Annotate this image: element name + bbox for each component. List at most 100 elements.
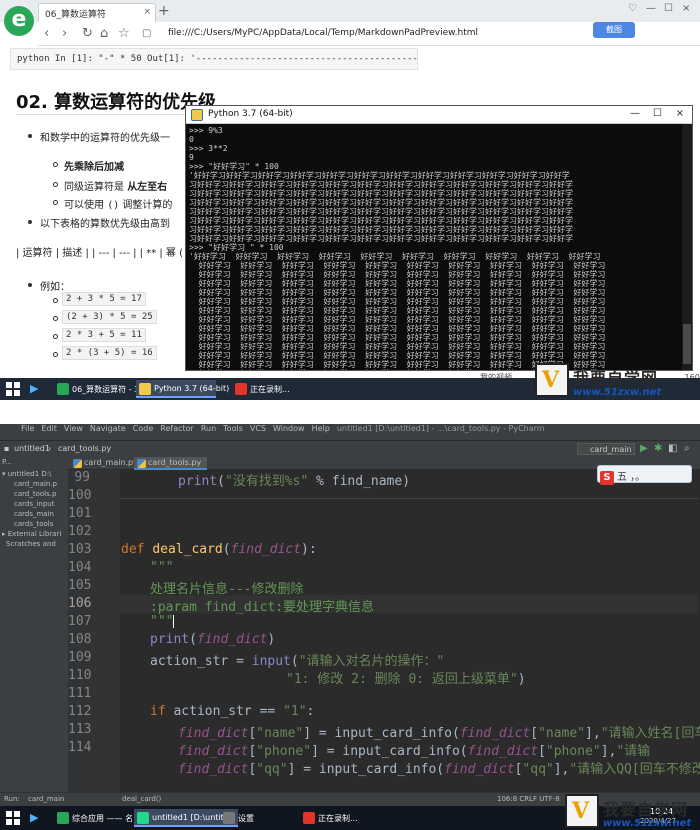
tab-card-tools[interactable]: card_tools.py [134,457,208,470]
tree-file[interactable]: cards_input [14,500,55,508]
console-output[interactable]: >>> 9%3 0 >>> 3**2 9 >>> "好好学习" * 100 '好好学习好好… [189,126,681,370]
menu-item-code[interactable]: Code [133,424,153,433]
bottom-breadcrumb[interactable]: deal_card() [122,795,161,803]
menu-item-navigate[interactable]: Navigate [90,424,126,433]
run-config-select[interactable]: card_main [577,443,635,455]
bullet-text: 和数学中的运算符的优先级一 [40,133,170,144]
ime-toolbar[interactable]: S五 ，。 [597,465,692,485]
tree-file[interactable]: cards_main [14,510,54,518]
windows-start-icon[interactable] [6,382,20,396]
breadcrumb-separator: › [48,444,52,453]
project-panel-label[interactable]: P... [2,458,12,466]
breadcrumb-project[interactable]: untitled1 [14,444,50,453]
console-line: 好好学习 好好学习 好好学习 好好学习 好好学习 好好学习 好好学习 好好学习 … [189,306,606,315]
code-line[interactable]: :param find_dict:要处理字典信息 [150,596,374,615]
forward-icon[interactable]: › [62,26,67,41]
minimize-icon[interactable]: — [646,3,656,14]
code-line[interactable]: action_str = input("请输入对名片的操作：" [150,650,444,669]
media-icon[interactable]: ▶ [30,811,38,824]
console-line: >>> 3**2 [189,144,228,153]
line-number: 108 [68,632,92,647]
media-icon[interactable]: ▶ [30,382,38,395]
console-scrollbar[interactable] [682,124,692,370]
menu-item-view[interactable]: View [64,424,83,433]
home-icon[interactable]: ⌂ [100,26,108,41]
code-line[interactable]: "1: 修改 2: 删除 0: 返回上级菜单") [286,668,526,687]
heart-icon[interactable]: ♡ [628,3,637,14]
code-line[interactable]: find_dict["qq"] = input_card_info(find_d… [178,758,700,777]
menu-item-file[interactable]: File [21,424,34,433]
watermark-badge: V [535,363,569,397]
sub-bullet-part: 可以使用 [64,200,108,211]
taskbar-item-browser[interactable]: 综合应用 —— 名... [54,809,145,827]
code-line[interactable]: print(find_dict) [150,632,275,647]
search-icon[interactable]: ⌕ [684,443,696,455]
menu-item-edit[interactable]: Edit [41,424,57,433]
bullet-circle [53,200,58,205]
coverage-icon[interactable]: ◧ [668,443,680,455]
console-line: 好好学习 好好学习 好好学习 好好学习 好好学习 好好学习 好好学习 好好学习 … [189,279,606,288]
inline-code: () [107,200,120,211]
line-number: 111 [68,686,92,701]
console-titlebar[interactable]: Python 3.7 (64-bit) — ☐ × [186,106,692,124]
taskbar-item-recorder[interactable]: 正在录制... [232,380,294,398]
python-console-window[interactable]: Python 3.7 (64-bit) — ☐ × >>> 9%3 0 >>> 3*… [185,105,693,371]
console-line: 好好学习 好好学习 好好学习 好好学习 好好学习 好好学习 好好学习 好好学习 … [189,315,606,324]
code-line[interactable]: """ [150,614,175,629]
tree-file[interactable]: cards_tools [14,520,53,528]
tree-item-label: untitled1 D:\ [7,470,52,478]
new-tab-icon[interactable]: + [158,3,170,19]
run-icon[interactable]: ▶ [640,443,652,455]
code-line[interactable]: def deal_card(find_dict): [121,542,317,557]
tab-close-icon[interactable]: × [143,7,151,17]
screenshot-pill[interactable]: 截图 [593,22,635,38]
maximize-icon[interactable]: ☐ [664,3,673,14]
code-line[interactable]: 处理名片信息---修改删除 [150,578,303,597]
debug-icon[interactable]: ✱ [654,443,666,455]
code-line[interactable]: find_dict["phone"] = input_card_info(fin… [178,740,650,759]
menu-item-refactor[interactable]: Refactor [160,424,194,433]
tree-file[interactable]: card_tools.p [14,490,56,498]
close-icon[interactable]: × [676,108,684,119]
taskbar-item-recorder[interactable]: 正在录制... [300,809,362,827]
run-tab[interactable]: card_main [28,795,64,803]
record-icon [303,812,315,824]
windows-start-icon[interactable] [6,811,20,825]
menu-item-window[interactable]: Window [273,424,305,433]
watermark-logo: V 我要自学网 www.51zxw.net [565,794,700,830]
bullet-circle [53,162,58,167]
url-text[interactable]: file:///C:/Users/MyPC/AppData/Local/Temp… [168,28,478,38]
tab-title: 06_算数运算符 [45,10,106,20]
tree-external-libraries[interactable]: ▸ External Librari [2,530,61,538]
folder-icon: ▪ [4,444,10,453]
code-line[interactable]: """ [150,560,173,575]
taskbar-item-python[interactable]: Python 3.7 (64-bit) [136,380,229,398]
code-line[interactable]: find_dict["name"] = input_card_info(find… [178,722,700,741]
tree-scratches[interactable]: Scratches and [6,540,56,548]
taskbar-item-settings[interactable]: 设置 [220,809,258,827]
code-line[interactable]: if action_str == "1": [150,704,314,719]
code-line[interactable]: print("没有找到%s" % find_name) [178,470,410,489]
tree-root[interactable]: ▾ untitled1 D:\ [2,470,52,478]
tab-card-main[interactable]: card_main.py [70,457,144,470]
browser-tab[interactable]: 06_算数运算符 × [38,3,156,22]
scrollbar-thumb[interactable] [683,324,691,364]
tree-file[interactable]: card_main.p [14,480,57,488]
maximize-icon[interactable]: ☐ [653,108,662,119]
menu-item-tools[interactable]: Tools [223,424,243,433]
menu-item-vcs[interactable]: VCS [250,424,266,433]
minimize-icon[interactable]: — [630,108,640,119]
sub-bullet-part: 调整计算的 [119,200,173,211]
reload-icon[interactable]: ↻ [82,26,93,41]
pycharm-window: File Edit View Navigate Code Refactor Run Tools… [0,424,700,830]
breadcrumb-file[interactable]: card_tools.py [58,444,111,453]
sub-bullet-text: 同级运算符是 从左至右 [64,178,167,193]
close-icon[interactable]: × [682,3,690,14]
cursor-position[interactable]: 106:8 CRLF UTF-8 [497,795,560,803]
console-line: 好好学习 好好学习 好好学习 好好学习 好好学习 好好学习 好好学习 好好学习 … [189,261,606,270]
menu-item-help[interactable]: Help [312,424,330,433]
star-icon[interactable]: ☆ [118,26,130,41]
line-number: 105 [68,578,92,593]
back-icon[interactable]: ‹ [44,26,49,41]
menu-item-run[interactable]: Run [201,424,216,433]
